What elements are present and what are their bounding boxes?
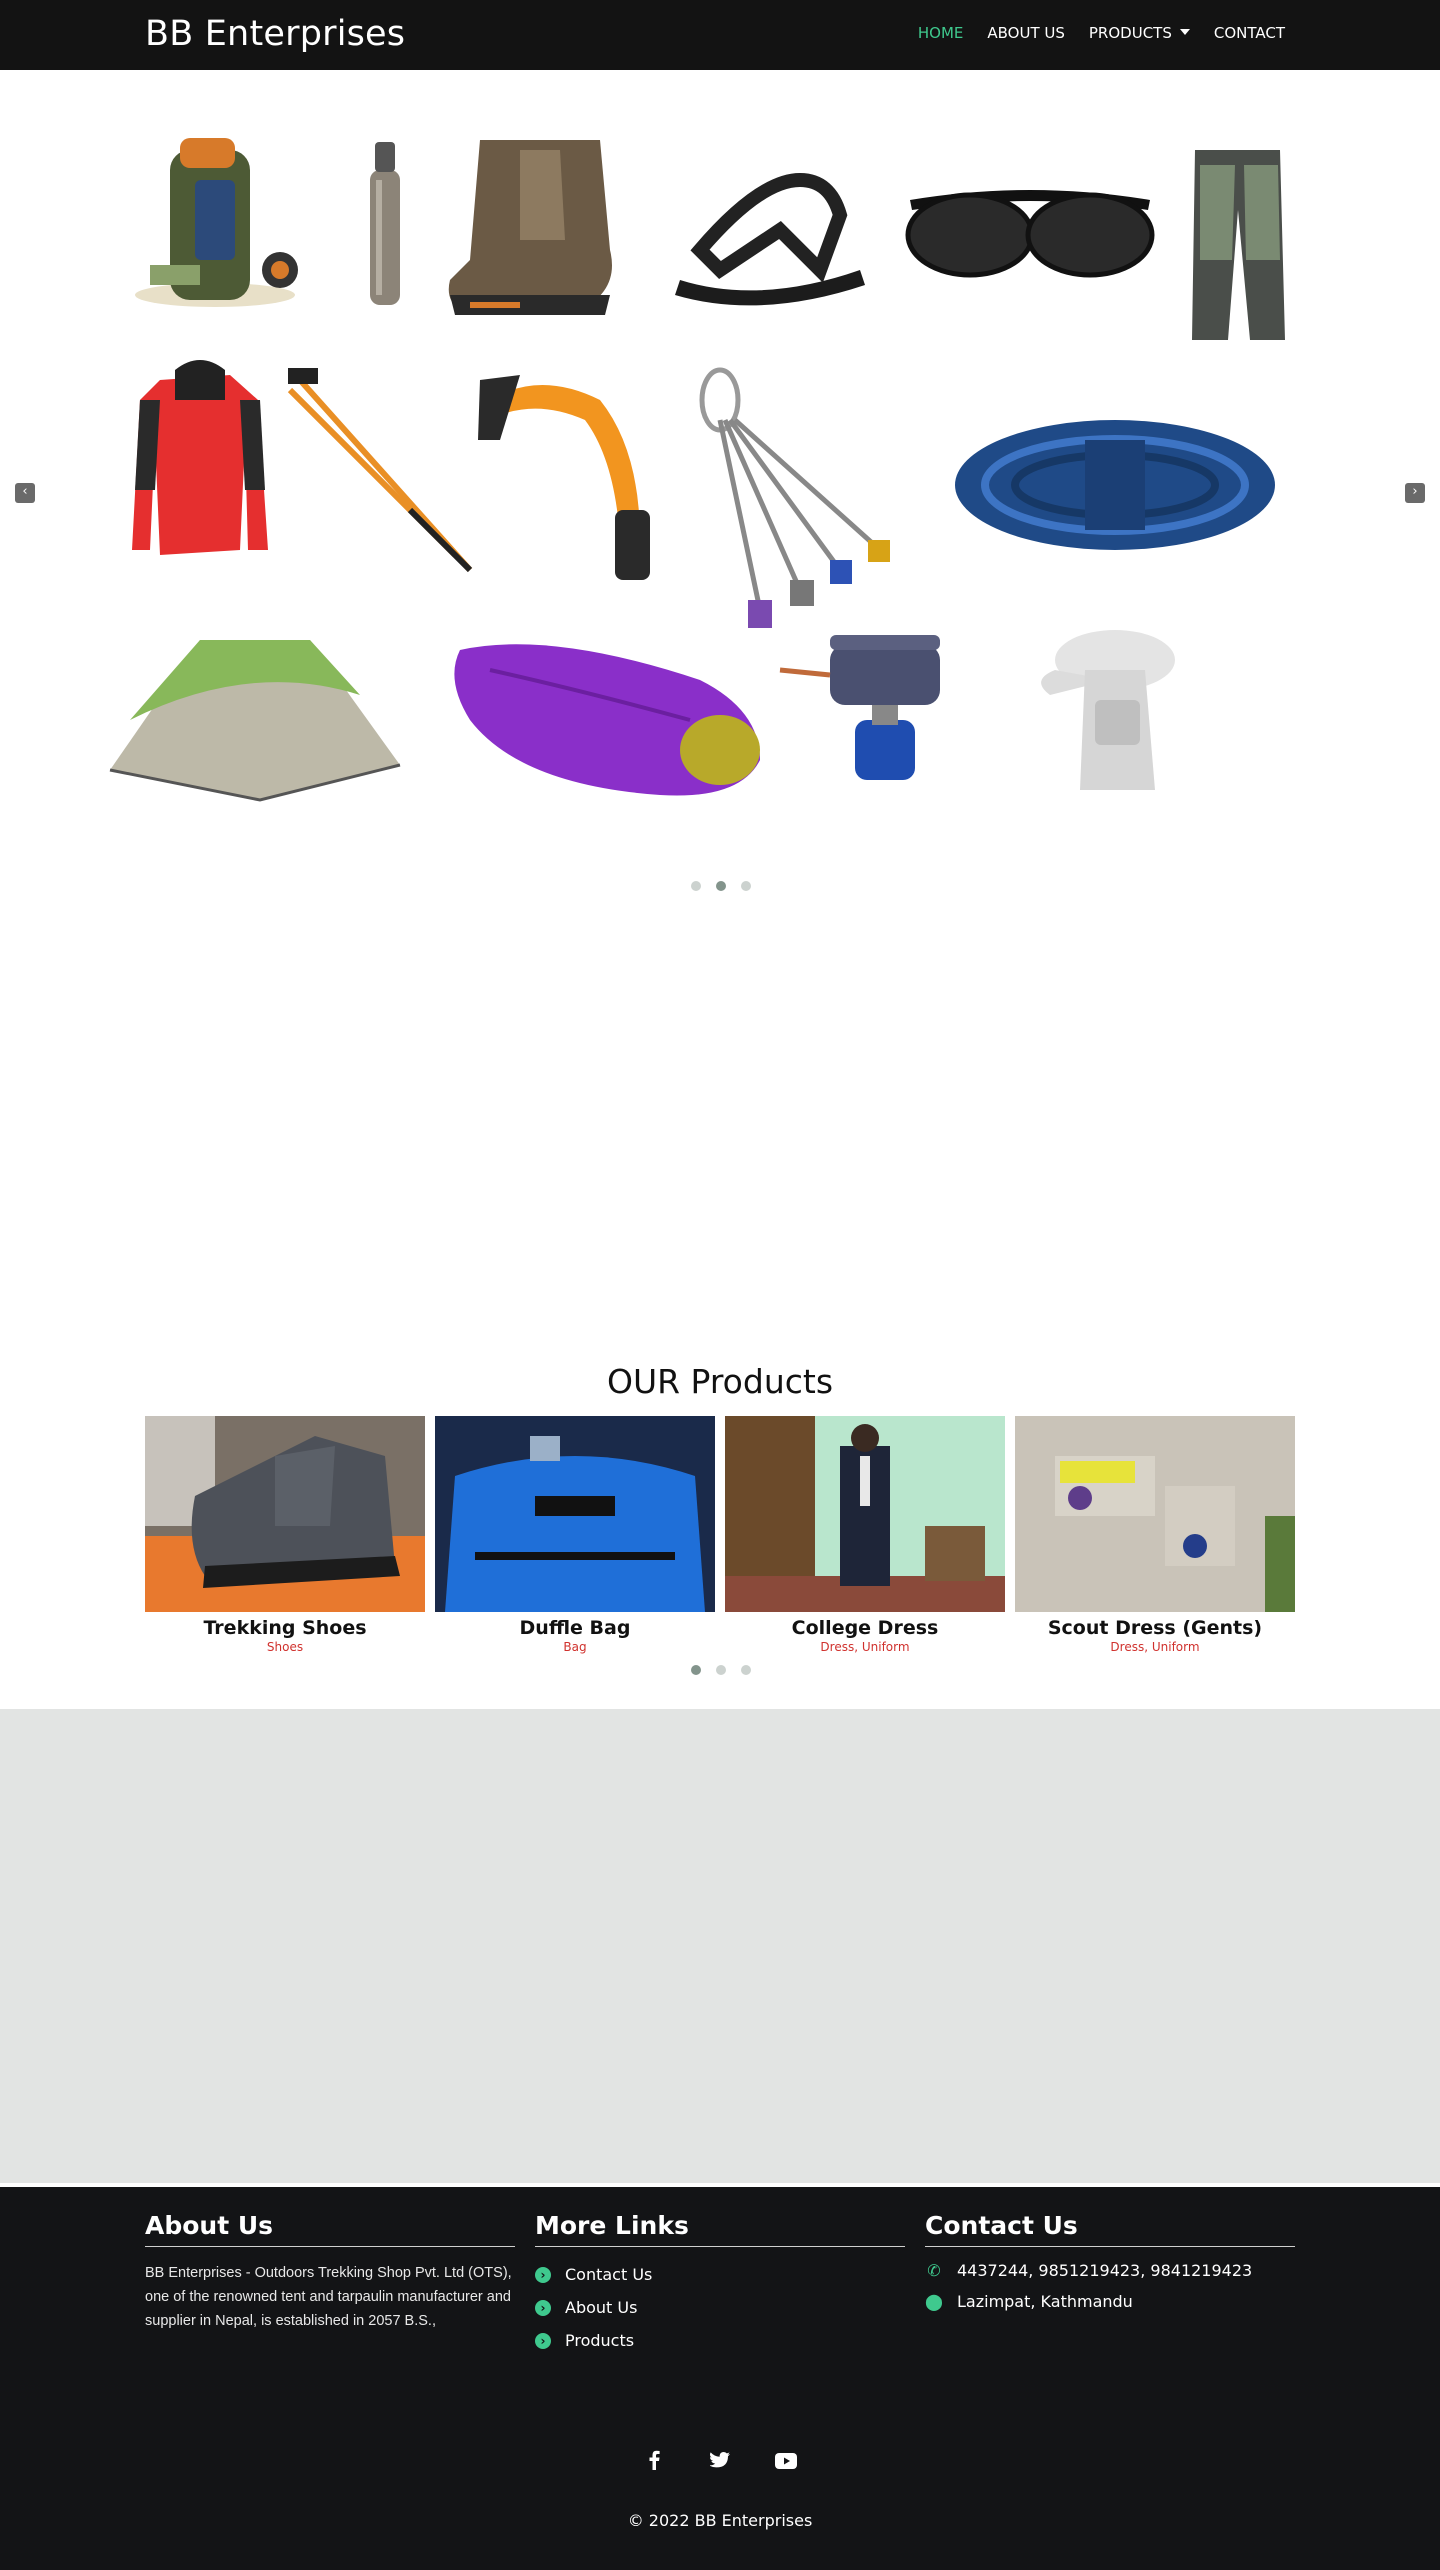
footer-phone-text: 4437244, 9851219423, 9841219423 bbox=[957, 2261, 1253, 2280]
product-name: Trekking Shoes bbox=[203, 1617, 367, 1639]
hero-carousel-indicators bbox=[691, 881, 751, 891]
nav-products[interactable]: PRODUCTS bbox=[1089, 24, 1190, 42]
footer-link-label: Products bbox=[565, 2331, 635, 2350]
footer-link-label: About Us bbox=[565, 2298, 638, 2317]
nav-products-label: PRODUCTS bbox=[1088, 24, 1172, 42]
chevron-right-icon: › bbox=[535, 2332, 551, 2349]
product-category[interactable]: Dress, Uniform bbox=[1015, 1640, 1295, 1654]
nav-contact[interactable]: CONTACT bbox=[1214, 24, 1285, 42]
footer-links: More Links › Contact Us › About Us › Pro… bbox=[535, 2211, 905, 2350]
hero-carousel: ‹ › bbox=[0, 70, 1440, 920]
twitter-icon[interactable] bbox=[709, 2450, 731, 2475]
product-category[interactable]: Shoes bbox=[145, 1640, 425, 1654]
climbing-cams-image bbox=[699, 367, 890, 628]
hero-dot-2[interactable] bbox=[716, 881, 726, 891]
products-dot-2[interactable] bbox=[716, 1665, 726, 1675]
footer-link-about[interactable]: › About Us bbox=[535, 2298, 905, 2317]
social-links bbox=[0, 2450, 1440, 2475]
products-dot-1[interactable] bbox=[691, 1665, 701, 1675]
footer-contact-title: Contact Us bbox=[925, 2211, 1295, 2247]
products-carousel-indicators bbox=[691, 1665, 751, 1675]
product-card[interactable]: Trekking Shoes Shoes bbox=[145, 1416, 425, 1656]
product-card[interactable]: Duffle Bag Bag bbox=[435, 1416, 715, 1656]
footer-about: About Us BB Enterprises - Outdoors Trekk… bbox=[145, 2211, 515, 2333]
climbing-rope-image bbox=[955, 420, 1275, 550]
chevron-right-icon: › bbox=[535, 2266, 551, 2283]
hiking-boot-image bbox=[448, 140, 612, 315]
chevron-right-icon: › bbox=[535, 2299, 551, 2316]
product-category[interactable]: Dress, Uniform bbox=[725, 1640, 1005, 1654]
sandal-image bbox=[675, 172, 865, 306]
nav-home[interactable]: HOME bbox=[918, 24, 964, 42]
footer-phone: ✆ 4437244, 9851219423, 9841219423 bbox=[925, 2261, 1295, 2280]
map-pin-icon: ⬤ bbox=[925, 2292, 943, 2311]
product-name: Duffle Bag bbox=[519, 1617, 631, 1639]
caret-down-icon bbox=[1179, 28, 1190, 35]
product-name: College Dress bbox=[791, 1617, 939, 1639]
footer-about-text: BB Enterprises - Outdoors Trekking Shop … bbox=[145, 2265, 512, 2329]
facebook-icon[interactable] bbox=[643, 2450, 665, 2475]
trekking-poles-image bbox=[287, 368, 473, 573]
footer-address: ⬤ Lazimpat, Kathmandu bbox=[925, 2292, 1295, 2311]
product-photo bbox=[725, 1416, 1005, 1612]
footer-contact: Contact Us ✆ 4437244, 9851219423, 984121… bbox=[925, 2211, 1295, 2311]
hero-dot-3[interactable] bbox=[741, 881, 751, 891]
brand-logo[interactable]: BB Enterprises bbox=[145, 14, 405, 54]
trekking-pants-image bbox=[1192, 150, 1285, 340]
products-section-title: OUR Products bbox=[606, 1362, 834, 1401]
camping-stove-image bbox=[779, 635, 940, 780]
sleeping-bag-image bbox=[454, 644, 760, 796]
copyright: © 2022 BB Enterprises bbox=[627, 2511, 813, 2530]
main-nav: HOME ABOUT US PRODUCTS CONTACT bbox=[918, 24, 1285, 42]
map-placeholder-band bbox=[0, 1709, 1440, 2183]
nav-about[interactable]: ABOUT US bbox=[987, 24, 1065, 42]
sun-hat-image bbox=[1041, 630, 1175, 790]
water-bottle-image bbox=[370, 142, 400, 305]
phone-icon: ✆ bbox=[927, 2261, 941, 2280]
product-card[interactable]: College Dress Dress, Uniform bbox=[725, 1416, 1005, 1656]
ice-axe-image bbox=[478, 375, 650, 580]
product-photo bbox=[1015, 1416, 1295, 1612]
footer-link-contact[interactable]: › Contact Us bbox=[535, 2265, 905, 2284]
product-photo bbox=[435, 1416, 715, 1612]
rain-jacket-image bbox=[132, 360, 268, 555]
sunglasses-image bbox=[905, 190, 1155, 278]
backpack-image bbox=[135, 138, 298, 307]
footer-links-title: More Links bbox=[535, 2211, 905, 2247]
navbar: BB Enterprises HOME ABOUT US PRODUCTS CO… bbox=[0, 0, 1440, 70]
footer-link-products[interactable]: › Products bbox=[535, 2331, 905, 2350]
footer-address-text: Lazimpat, Kathmandu bbox=[957, 2292, 1133, 2311]
hero-dot-1[interactable] bbox=[691, 881, 701, 891]
footer-link-label: Contact Us bbox=[565, 2265, 653, 2284]
product-name: Scout Dress (Gents) bbox=[1047, 1617, 1263, 1639]
footer-about-title: About Us bbox=[145, 2211, 515, 2247]
hero-gear-collage bbox=[109, 138, 1285, 802]
tent-image bbox=[109, 640, 401, 802]
products-dot-3[interactable] bbox=[741, 1665, 751, 1675]
product-photo bbox=[145, 1416, 425, 1612]
youtube-icon[interactable] bbox=[775, 2450, 797, 2475]
product-category[interactable]: Bag bbox=[435, 1640, 715, 1654]
product-card[interactable]: Scout Dress (Gents) Dress, Uniform bbox=[1015, 1416, 1295, 1656]
